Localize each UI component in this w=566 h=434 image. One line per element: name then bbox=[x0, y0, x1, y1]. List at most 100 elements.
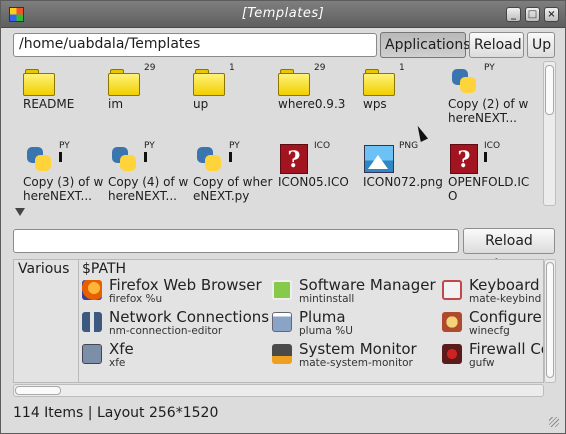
file-item[interactable]: 29 im bbox=[98, 61, 184, 131]
app-item[interactable]: Software Manager mintinstall bbox=[272, 276, 437, 306]
resize-grip-icon[interactable] bbox=[549, 417, 559, 427]
file-label: ICON072.png bbox=[363, 175, 443, 189]
firewall-icon bbox=[442, 344, 462, 364]
file-item[interactable]: PY Copy (4) of whereNEXT... bbox=[98, 139, 188, 206]
file-label: wps bbox=[363, 97, 387, 111]
python-icon bbox=[448, 65, 480, 97]
app-command: xfe bbox=[109, 357, 126, 369]
keyboard-icon bbox=[442, 280, 462, 300]
apps-horizontal-scrollbar[interactable] bbox=[13, 384, 544, 397]
modified-marker bbox=[229, 152, 232, 162]
network-icon bbox=[82, 312, 102, 332]
pluma-icon bbox=[272, 312, 292, 332]
modified-marker bbox=[484, 152, 487, 162]
python-icon bbox=[193, 143, 225, 175]
file-label: Copy (2) of whereNEXT... bbox=[448, 97, 529, 125]
ico-file-icon: ? bbox=[448, 143, 480, 175]
mint-icon bbox=[272, 280, 292, 300]
file-item[interactable]: PNG ICON072.png bbox=[353, 139, 443, 206]
app-command: mate-keybind bbox=[469, 293, 542, 305]
app-command: gufw bbox=[469, 357, 495, 369]
folder-icon bbox=[108, 65, 140, 97]
file-item[interactable]: PY Copy of whereNEXT.py bbox=[183, 139, 272, 206]
app-name: Firewall Co bbox=[469, 340, 544, 358]
file-item[interactable]: 29 where0.9.3 bbox=[268, 61, 354, 131]
app-name: Software Manager bbox=[299, 276, 436, 294]
app-command: mintinstall bbox=[299, 293, 355, 305]
app-item[interactable]: Firefox Web Browser firefox %u bbox=[82, 276, 267, 306]
image-icon bbox=[363, 143, 395, 175]
file-label: where0.9.3 bbox=[278, 97, 346, 111]
expand-arrow-icon[interactable] bbox=[15, 208, 25, 216]
app-name: System Monitor bbox=[299, 340, 417, 358]
file-label: ICON05.ICO bbox=[278, 175, 349, 189]
xfe-icon bbox=[82, 344, 102, 364]
window-title: [Templates] bbox=[241, 6, 325, 21]
minimize-button[interactable]: _ bbox=[506, 7, 521, 22]
file-badge: PY bbox=[59, 141, 70, 151]
file-grid-scrollbar[interactable] bbox=[543, 61, 556, 206]
reload-button[interactable]: Reload bbox=[469, 32, 524, 58]
file-item[interactable]: 1 up bbox=[183, 61, 269, 131]
scrollbar-thumb[interactable] bbox=[546, 262, 554, 378]
file-label: OPENFOLD.ICO bbox=[448, 175, 530, 203]
applications-button[interactable]: Applications bbox=[380, 32, 471, 58]
file-badge: ICO bbox=[314, 141, 331, 151]
file-badge: 1 bbox=[229, 63, 235, 73]
folder-icon bbox=[23, 65, 55, 97]
app-item[interactable]: Configure winecfg bbox=[442, 308, 543, 338]
file-label: Copy of whereNEXT.py bbox=[193, 175, 273, 203]
file-item[interactable]: README bbox=[13, 61, 99, 131]
app-item[interactable]: Network Connections nm-connection-editor bbox=[82, 308, 270, 338]
app-item[interactable]: Pluma pluma %U bbox=[272, 308, 437, 338]
file-item[interactable]: 1 wps bbox=[353, 61, 439, 131]
path-input[interactable]: /home/uabdala/Templates bbox=[13, 33, 377, 57]
app-command: firefox %u bbox=[109, 293, 163, 305]
maximize-button[interactable]: □ bbox=[525, 7, 540, 22]
app-item[interactable]: Keyboard mate-keybind bbox=[442, 276, 543, 306]
apps-search-input[interactable] bbox=[13, 229, 459, 253]
up-button[interactable]: Up bbox=[527, 32, 555, 58]
tab-various[interactable]: Various bbox=[18, 261, 69, 277]
file-grid: README 29 im 1 up 29 where0.9.3 1 wps PY… bbox=[13, 61, 543, 206]
scrollbar-thumb[interactable] bbox=[545, 65, 554, 115]
file-badge: 29 bbox=[314, 63, 326, 73]
folder-icon bbox=[363, 65, 395, 97]
system-monitor-icon bbox=[272, 344, 292, 364]
close-button[interactable]: × bbox=[544, 7, 559, 22]
wine-icon bbox=[442, 312, 462, 332]
status-bar: 114 Items | Layout 256*1520 bbox=[13, 405, 219, 421]
file-badge: 29 bbox=[144, 63, 156, 73]
file-label: README bbox=[23, 97, 75, 111]
file-badge: ICO bbox=[484, 141, 501, 151]
app-command: mate-system-monitor bbox=[299, 357, 413, 369]
app-item[interactable]: Xfe xfe bbox=[82, 340, 267, 370]
ico-file-icon: ? bbox=[278, 143, 310, 175]
file-label: up bbox=[193, 97, 209, 111]
app-name: Pluma bbox=[299, 308, 346, 326]
file-badge: 1 bbox=[399, 63, 405, 73]
app-item[interactable]: System Monitor mate-system-monitor bbox=[272, 340, 437, 370]
apps-panel: Various $PATH Firefox Web Browser firefo… bbox=[13, 259, 544, 383]
python-icon bbox=[108, 143, 140, 175]
reload-apps-button[interactable]: Reload Apps bbox=[463, 228, 555, 273]
file-badge: PNG bbox=[399, 141, 419, 151]
app-name: Network Connections bbox=[109, 308, 270, 326]
tab-path[interactable]: $PATH bbox=[82, 261, 126, 277]
app-command: winecfg bbox=[469, 325, 510, 337]
apps-vertical-scrollbar[interactable] bbox=[544, 259, 556, 383]
app-window: [Templates] _ □ × /home/uabdala/Template… bbox=[0, 0, 566, 434]
file-item[interactable]: PY Copy (3) of whereNEXT... bbox=[13, 139, 103, 206]
folder-icon bbox=[278, 65, 310, 97]
file-item[interactable]: ? ICO ICON05.ICO bbox=[268, 139, 354, 206]
modified-marker bbox=[144, 152, 147, 162]
title-bar[interactable]: [Templates] _ □ × bbox=[1, 1, 565, 28]
app-name: Firefox Web Browser bbox=[109, 276, 262, 294]
app-item[interactable]: Firewall Co gufw bbox=[442, 340, 544, 370]
file-item[interactable]: ? ICO OPENFOLD.ICO bbox=[438, 139, 529, 206]
file-item[interactable]: PY Copy (2) of whereNEXT... bbox=[438, 61, 528, 131]
scrollbar-thumb[interactable] bbox=[15, 386, 61, 395]
file-label: im bbox=[108, 97, 124, 111]
file-badge: PY bbox=[484, 63, 495, 73]
firefox-icon bbox=[82, 280, 102, 300]
